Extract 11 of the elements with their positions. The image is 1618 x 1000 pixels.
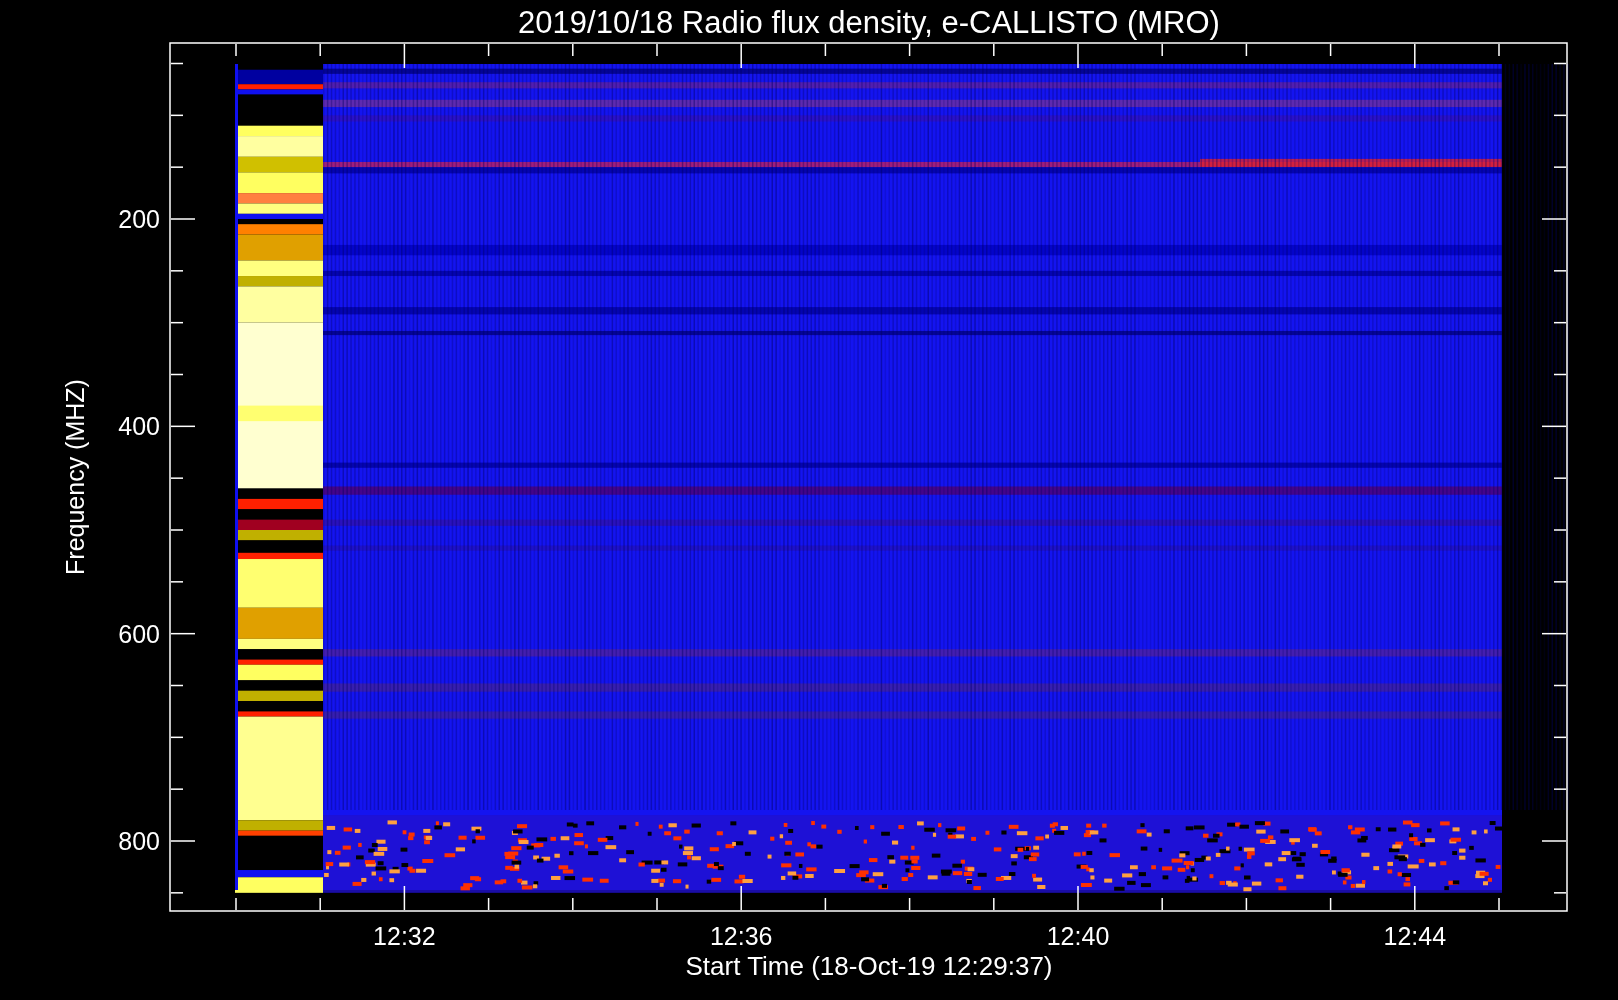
y-axis-label: Frequency (MHZ): [61, 379, 89, 575]
y-tick-label: 800: [118, 827, 160, 855]
x-tick-label: 12:40: [1046, 922, 1110, 950]
x-axis-label: Start Time (18-Oct-19 12:29:37): [685, 951, 1053, 981]
y-tick-label: 400: [118, 412, 160, 441]
y-tick-label: 600: [118, 619, 160, 648]
x-tick-label: 12:32: [373, 922, 436, 950]
x-tick-label: 12:44: [1383, 922, 1447, 950]
x-tick-label: 12:36: [709, 922, 773, 950]
chart-title: 2019/10/18 Radio flux density, e-CALLISTO (MRO): [518, 5, 1220, 40]
y-tick-label: 200: [118, 205, 160, 233]
